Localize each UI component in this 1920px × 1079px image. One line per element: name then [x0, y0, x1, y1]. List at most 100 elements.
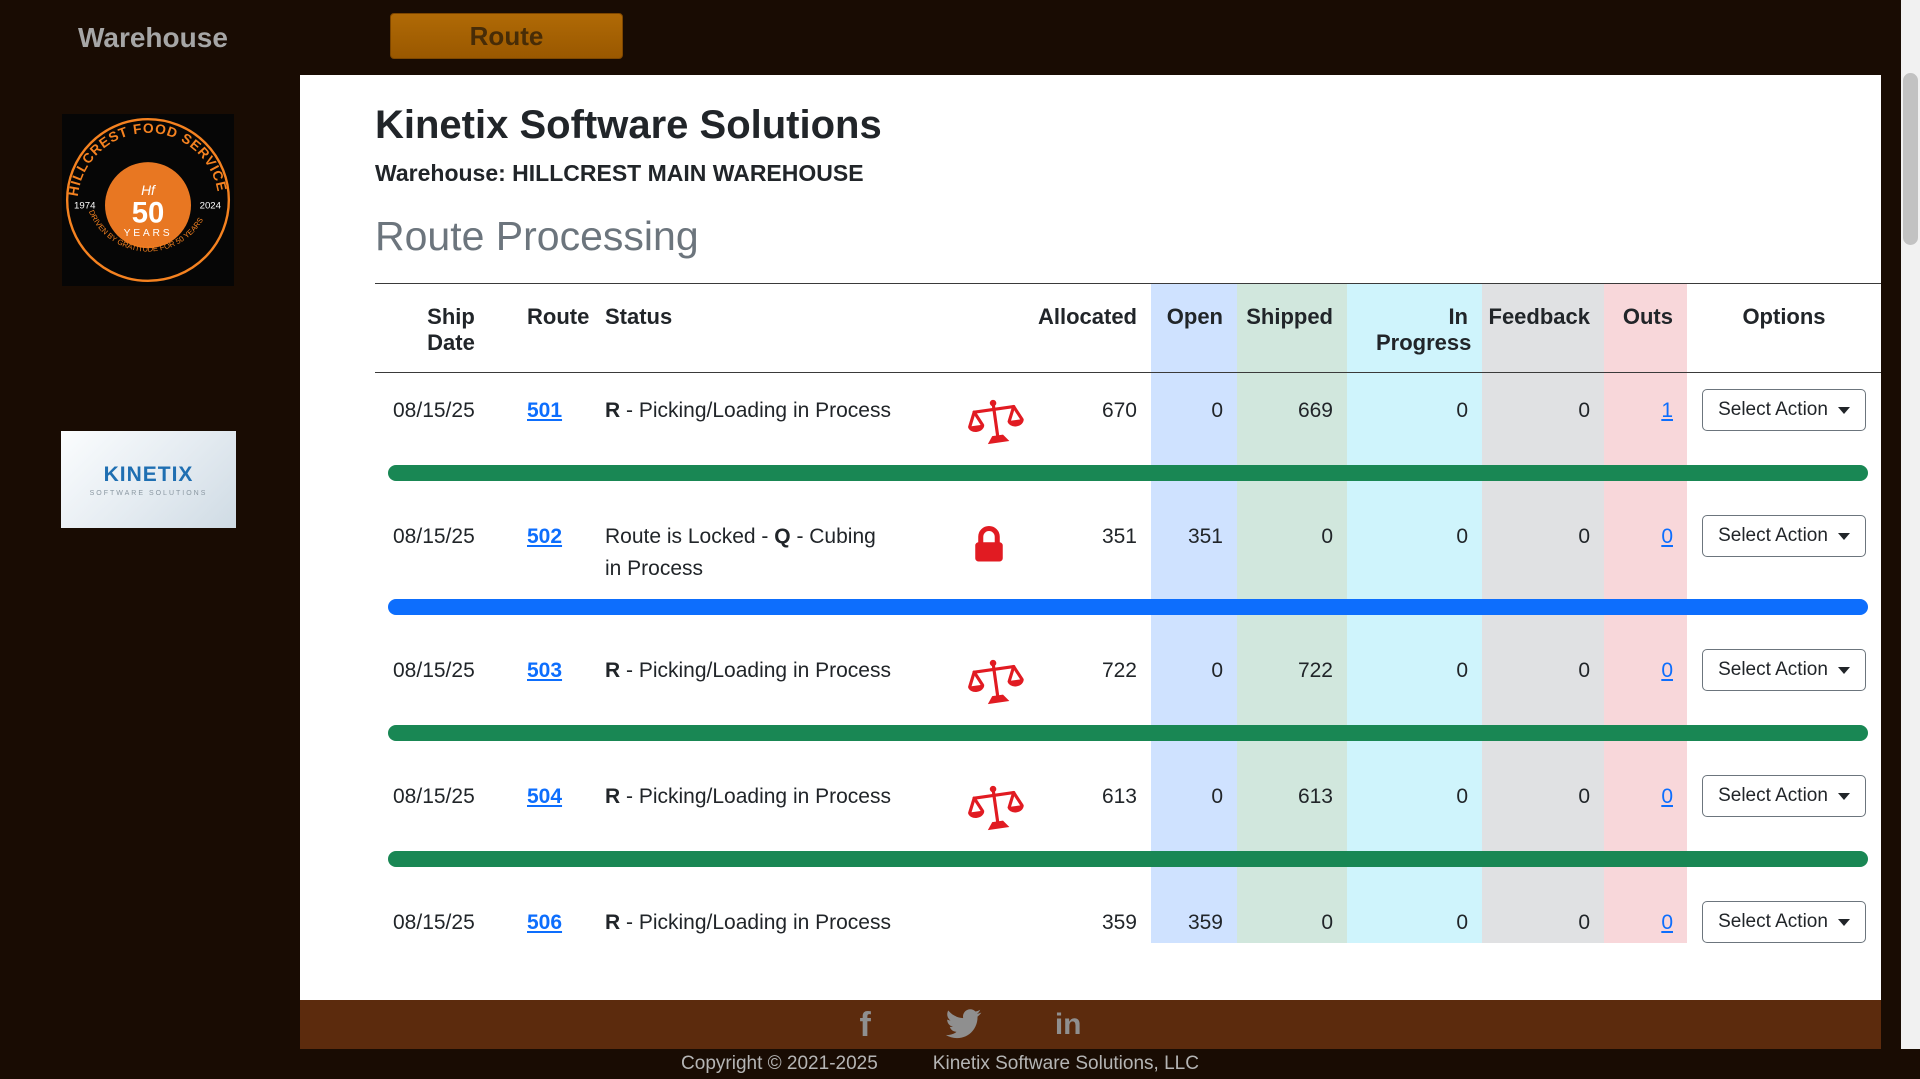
feedback-cell: 0 [1482, 499, 1604, 585]
open-cell: 0 [1151, 633, 1237, 711]
status-cell: R - Picking/Loading in Process [605, 759, 1035, 837]
select-action-dropdown[interactable]: Select Action [1702, 901, 1866, 943]
options-cell: Select Action [1687, 499, 1881, 585]
ship-date-cell: 08/15/25 [375, 885, 527, 943]
status-cell: Route is Locked - Q - Cubing in Process [605, 499, 1035, 585]
col-header-open: Open [1151, 284, 1237, 373]
route-number-link[interactable]: 502 [527, 525, 562, 548]
feedback-cell: 0 [1482, 885, 1604, 943]
col-header-in-progress: In Progress [1347, 284, 1482, 373]
open-cell: 359 [1151, 885, 1237, 943]
status-cell: R - Picking/Loading in Process [605, 373, 1035, 452]
scale-icon [964, 779, 1029, 841]
hillcrest-hf: Hf [141, 183, 157, 198]
section-title-route-processing: Route Processing [375, 211, 1881, 261]
hillcrest-year-right: 2024 [200, 201, 222, 212]
hillcrest-years: YEARS [124, 228, 173, 239]
status-cell: R - Picking/Loading in Process [605, 885, 1035, 943]
in-progress-cell: 0 [1347, 759, 1482, 837]
col-header-allocated: Allocated [1035, 284, 1151, 373]
allocated-cell: 351 [1035, 499, 1151, 585]
chevron-down-icon [1838, 919, 1850, 926]
outs-link[interactable]: 1 [1661, 399, 1673, 422]
outs-link[interactable]: 0 [1661, 659, 1673, 682]
status-text: R - Picking/Loading in Process [605, 781, 897, 813]
nav-warehouse[interactable]: Warehouse [78, 22, 228, 54]
outs-cell: 0 [1604, 499, 1687, 585]
route-number-link[interactable]: 501 [527, 399, 562, 422]
allocated-cell: 359 [1035, 885, 1151, 943]
ship-date-cell: 08/15/25 [375, 499, 527, 585]
outs-cell: 1 [1604, 373, 1687, 452]
route-table: Ship Date Route Status Allocated Open Sh… [375, 283, 1881, 943]
open-cell: 351 [1151, 499, 1237, 585]
col-header-outs: Outs [1604, 284, 1687, 373]
select-action-dropdown[interactable]: Select Action [1702, 389, 1866, 431]
outs-link[interactable]: 0 [1661, 525, 1673, 548]
page-title: Kinetix Software Solutions [375, 101, 1881, 149]
in-progress-cell: 0 [1347, 885, 1482, 943]
status-text: R - Picking/Loading in Process [605, 655, 897, 687]
ship-date-cell: 08/15/25 [375, 759, 527, 837]
progress-bar-row [375, 837, 1881, 885]
copyright-bar: Copyright © 2021-2025 Kinetix Software S… [0, 1049, 1920, 1079]
outs-cell: 0 [1604, 759, 1687, 837]
outs-link[interactable]: 0 [1661, 785, 1673, 808]
hillcrest-logo: HILLCREST FOOD SERVICE 1974 2024 Hf 50 Y… [61, 114, 235, 286]
warehouse-subtitle: Warehouse: HILLCREST MAIN WAREHOUSE [375, 159, 1881, 187]
progress-bar-row [375, 711, 1881, 759]
progress-bar-row [375, 451, 1881, 499]
outs-link[interactable]: 0 [1661, 911, 1673, 934]
route-cell: 501 [527, 373, 605, 452]
linkedin-icon[interactable]: in [1055, 1010, 1082, 1040]
main-content: Kinetix Software Solutions Warehouse: HI… [300, 75, 1881, 1000]
col-header-status: Status [605, 284, 1035, 373]
status-text: R - Picking/Loading in Process [605, 395, 897, 427]
outs-cell: 0 [1604, 633, 1687, 711]
copyright-text: Copyright © 2021-2025 [681, 1053, 878, 1075]
select-action-dropdown[interactable]: Select Action [1702, 775, 1866, 817]
company-text: Kinetix Software Solutions, LLC [933, 1053, 1199, 1075]
table-row: 08/15/25 502 Route is Locked - Q - Cubin… [375, 499, 1881, 585]
chevron-down-icon [1838, 407, 1850, 414]
facebook-icon[interactable]: f [860, 1008, 871, 1042]
route-cell: 504 [527, 759, 605, 837]
col-header-route: Route [527, 284, 605, 373]
shipped-cell: 0 [1237, 885, 1347, 943]
allocated-cell: 670 [1035, 373, 1151, 452]
feedback-cell: 0 [1482, 633, 1604, 711]
route-cell: 503 [527, 633, 605, 711]
status-text: Route is Locked - Q - Cubing in Process [605, 521, 897, 585]
progress-bar [388, 851, 1868, 867]
twitter-icon[interactable] [943, 1008, 983, 1041]
col-header-feedback: Feedback [1482, 284, 1604, 373]
outs-cell: 0 [1604, 885, 1687, 943]
kinetix-logo-text: KINETIX [104, 463, 194, 487]
table-row: 08/15/25 503 R - Picking/Loading in Proc… [375, 633, 1881, 711]
col-header-shipped: Shipped [1237, 284, 1347, 373]
progress-bar [388, 725, 1868, 741]
lock-icon [967, 523, 1011, 573]
route-number-link[interactable]: 503 [527, 659, 562, 682]
options-cell: Select Action [1687, 633, 1881, 711]
route-number-link[interactable]: 504 [527, 785, 562, 808]
route-number-link[interactable]: 506 [527, 911, 562, 934]
shipped-cell: 669 [1237, 373, 1347, 452]
route-cell: 506 [527, 885, 605, 943]
progress-bar [388, 465, 1868, 481]
allocated-cell: 613 [1035, 759, 1151, 837]
route-cell: 502 [527, 499, 605, 585]
progress-bar-row [375, 585, 1881, 633]
scrollbar-track[interactable] [1901, 0, 1920, 1049]
ship-date-cell: 08/15/25 [375, 373, 527, 452]
chevron-down-icon [1838, 793, 1850, 800]
footer-bar: f in [300, 1000, 1881, 1049]
nav-route-button[interactable]: Route [390, 13, 623, 59]
in-progress-cell: 0 [1347, 373, 1482, 452]
in-progress-cell: 0 [1347, 633, 1482, 711]
select-action-dropdown[interactable]: Select Action [1702, 649, 1866, 691]
select-action-dropdown[interactable]: Select Action [1702, 515, 1866, 557]
scrollbar-thumb[interactable] [1903, 73, 1918, 245]
col-header-ship-date: Ship Date [375, 284, 527, 373]
status-cell: R - Picking/Loading in Process [605, 633, 1035, 711]
